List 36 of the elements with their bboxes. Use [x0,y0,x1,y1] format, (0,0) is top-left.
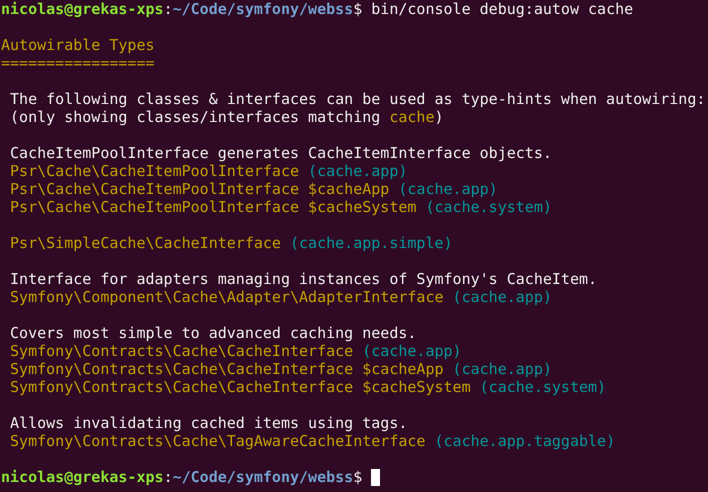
service-id: (cache.app) [397,180,498,198]
prompt-path: ~/Code/symfony/webss [172,0,354,18]
section-heading: ================= [1,54,155,72]
output-text: The following classes & interfaces can be used as type-hints when autowiring: [9,90,706,108]
type-name: Psr\SimpleCache\CacheInterface [9,234,281,252]
type-name: Psr\Cache\CacheItemPoolInterface $cacheApp [9,180,390,198]
output-text: Allows invalidating cached items using tags. [9,414,408,432]
section-heading: Autowirable Types [1,36,155,54]
type-name: Symfony\Contracts\Cache\TagAwareCacheInterface [9,432,426,450]
type-name: Symfony\Contracts\Cache\CacheInterface $cacheApp [9,360,444,378]
output-text: (only showing classes/interfaces matching [9,108,382,126]
output-text: : [164,468,173,486]
output-text: Interface for adapters managing instances of Symfony's CacheItem. [9,270,598,288]
output-text: CacheItemPoolInterface generates CacheItemInterface objects. [9,144,552,162]
service-id: (cache.app) [361,342,462,360]
output-text: $ bin/console debug:autow cache [353,0,634,18]
type-name: Symfony\Component\Cache\Adapter\AdapterInterface [9,288,444,306]
prompt-user: nicolas@grekas-xps [1,0,164,18]
output-text: : [164,0,173,18]
service-id: (cache.app) [452,288,552,306]
service-id: (cache.app) [307,162,408,180]
output-text: ) [434,108,444,126]
prompt-user: nicolas@grekas-xps [1,468,164,486]
service-id: (cache.app) [452,360,552,378]
output-text: Covers most simple to advanced caching needs. [9,324,416,342]
type-name: cache [389,108,434,126]
service-id: (cache.system) [424,198,552,216]
service-id: (cache.app.simple) [288,234,453,252]
service-id: (cache.app.taggable) [433,432,616,450]
type-name: Psr\Cache\CacheItemPoolInterface [9,162,300,180]
service-id: (cache.system) [478,378,606,396]
type-name: Psr\Cache\CacheItemPoolInterface $cacheSystem [9,198,416,216]
type-name: Symfony\Contracts\Cache\CacheInterface $cacheSystem [9,378,471,396]
prompt-path: ~/Code/symfony/webss [172,468,354,486]
type-name: Symfony\Contracts\Cache\CacheInterface [9,342,354,360]
output-text: $ [353,468,364,486]
